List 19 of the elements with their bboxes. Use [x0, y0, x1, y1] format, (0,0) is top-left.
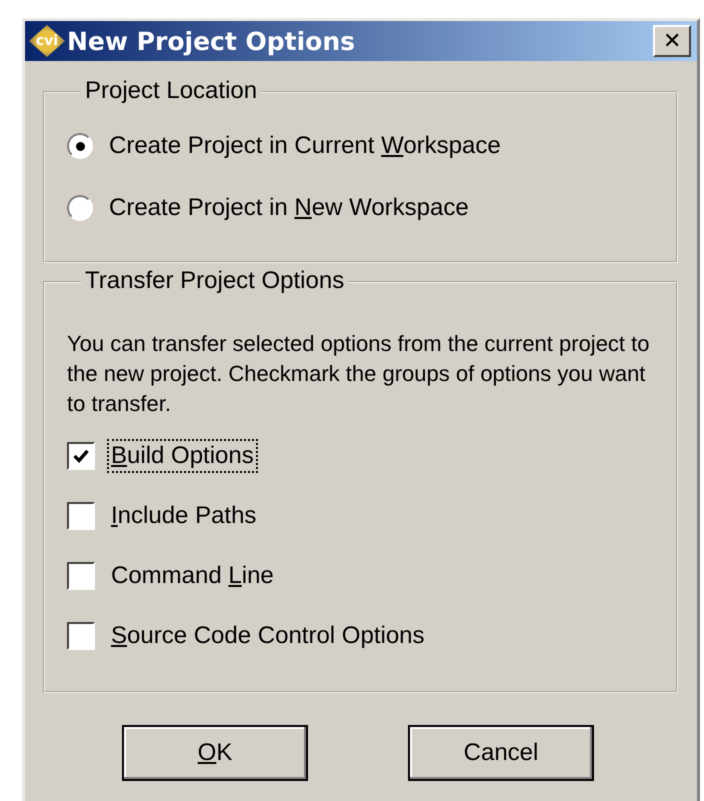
checkbox[interactable] [67, 442, 95, 470]
checkbox-label[interactable]: Include Paths [107, 499, 260, 533]
dialog-button[interactable]: Cancel [408, 725, 594, 781]
checkmark-icon [72, 447, 90, 465]
app-logo-icon: cvi [29, 25, 65, 57]
checkbox[interactable] [67, 622, 95, 650]
checkbox[interactable] [67, 502, 95, 530]
description-text: You can transfer selected options from the current project to the new project. Checkmark the groups of options you want to transfer. [67, 330, 651, 418]
radio-button[interactable] [67, 195, 93, 221]
close-button[interactable]: ✕ [653, 25, 691, 57]
window-title: New Project Options [67, 26, 356, 56]
checkbox-label[interactable]: Build Options [107, 439, 258, 473]
checkbox-label[interactable]: Command Line [107, 559, 278, 593]
dialog-button[interactable]: OK [122, 725, 308, 781]
checkbox[interactable] [67, 562, 95, 590]
radio-button[interactable] [67, 133, 93, 159]
radio-label[interactable]: Create Project in Current Workspace [105, 129, 505, 163]
checkbox-label[interactable]: Source Code Control Options [107, 619, 429, 653]
radio-label[interactable]: Create Project in New Workspace [105, 191, 473, 225]
